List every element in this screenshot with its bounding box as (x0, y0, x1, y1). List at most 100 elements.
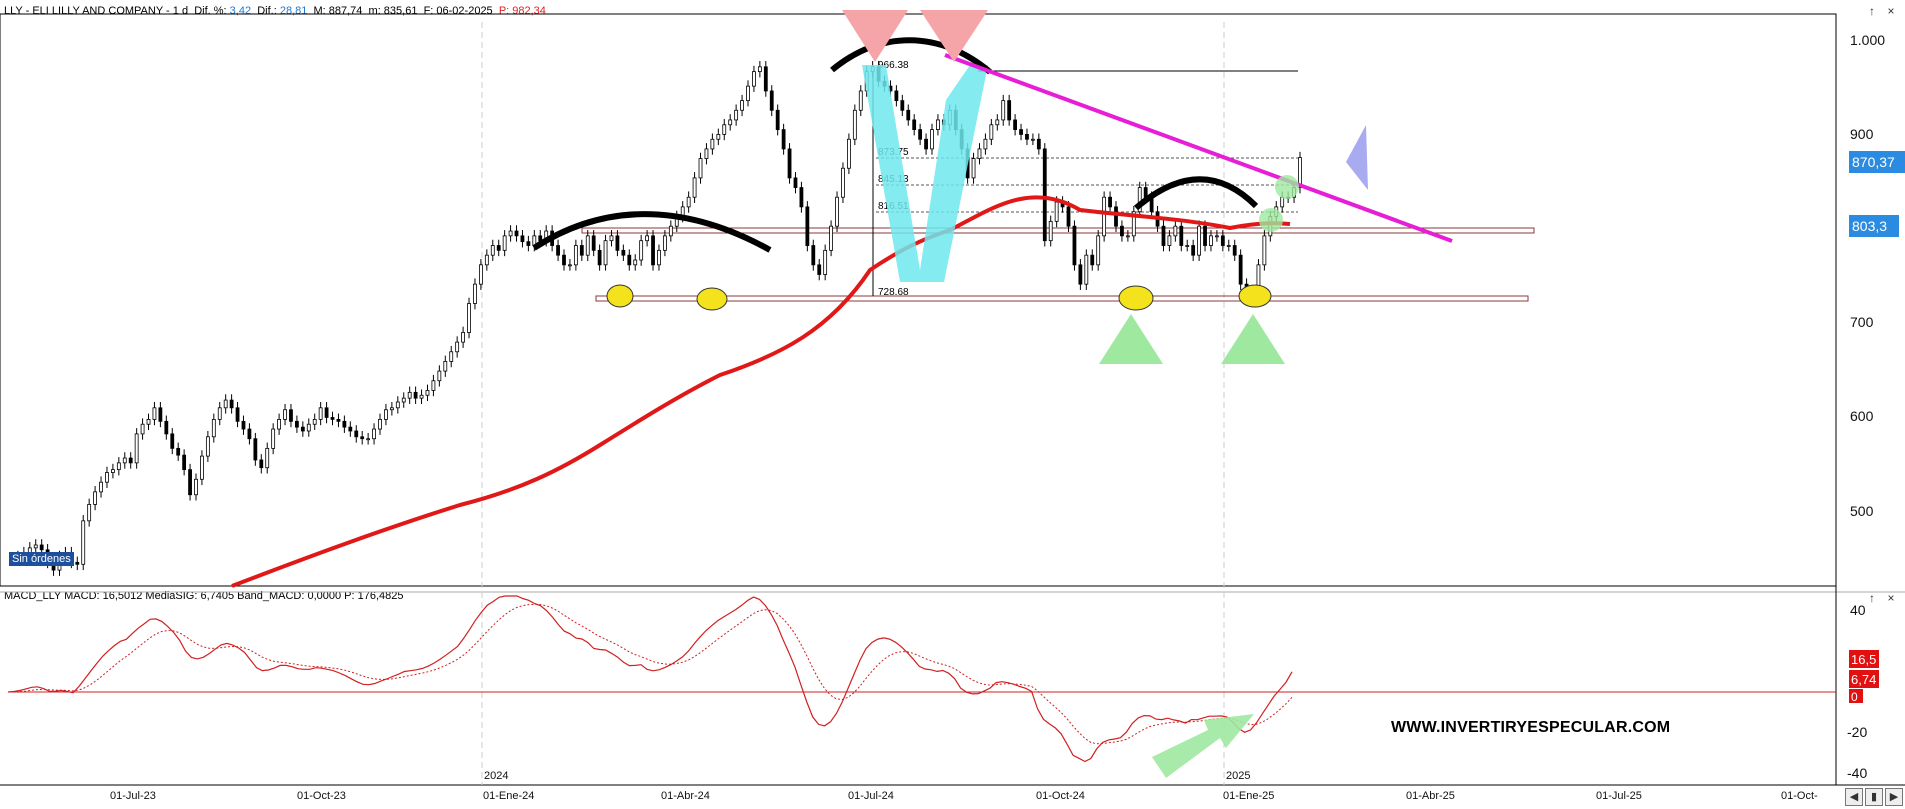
candle-body (704, 148, 709, 159)
support-ellipse-4 (1238, 284, 1272, 308)
candle-body (763, 66, 768, 92)
candle-body (615, 235, 620, 251)
candle-body (490, 245, 495, 256)
price-axis: 1.000 900 800 700 600 500 (1850, 32, 1885, 519)
candle-body (710, 138, 715, 150)
candle-body (1226, 245, 1231, 247)
red-triangle-2 (920, 10, 988, 62)
candle-body (431, 380, 436, 391)
macd-tick: 40 (1850, 602, 1866, 618)
head-arc (830, 37, 992, 75)
candle-body (1001, 100, 1006, 121)
candle-body (176, 447, 181, 456)
candle-body (906, 109, 911, 121)
macd-bullish-arrow (1152, 714, 1254, 778)
candle-body (247, 428, 252, 440)
candle-body (111, 469, 115, 473)
scroll-toggle-button[interactable]: ▮ (1865, 788, 1883, 806)
candle-body (443, 361, 448, 372)
candle-body (752, 71, 756, 87)
date-tick: 01-Abr-25 (1406, 790, 1455, 802)
candle-body (716, 134, 721, 140)
candle-body (1054, 201, 1059, 222)
candle-body (479, 264, 483, 285)
candle-body (526, 241, 531, 246)
candle-body (389, 407, 394, 411)
candle-body (829, 225, 833, 251)
candle-body (336, 418, 341, 422)
breakout-marker-2 (1275, 175, 1299, 199)
support-band-lower (595, 295, 1529, 302)
candle-body (757, 66, 762, 73)
current-price-tag: 870,37 (1852, 154, 1895, 170)
year-marker: 2025 (1226, 770, 1250, 782)
candle-body (591, 235, 596, 251)
scroll-right-button[interactable]: ▶ (1885, 788, 1903, 806)
candle-body (378, 418, 382, 430)
no-orders-badge[interactable]: Sin órdenes (9, 552, 74, 566)
candle-body (900, 100, 905, 111)
candle-body (1042, 148, 1047, 242)
macd-tick: -20 (1847, 724, 1867, 740)
candle-body (384, 409, 388, 420)
candle-body (1090, 254, 1095, 266)
price-tick: 600 (1850, 408, 1874, 424)
candle-body (573, 245, 578, 266)
candle-body (128, 457, 133, 464)
candle-body (425, 390, 430, 396)
candle-body (401, 397, 406, 403)
candle-body (977, 148, 982, 159)
candle-body (1215, 235, 1219, 238)
candle-body (1262, 235, 1267, 266)
year-marker: 2024 (484, 770, 508, 782)
candle-body (116, 462, 121, 471)
candle-body (1078, 264, 1083, 285)
support-ellipse-1 (606, 284, 634, 308)
candle-body (194, 478, 198, 496)
candle-body (235, 407, 240, 422)
candle-body (597, 249, 602, 266)
candle-body (609, 235, 614, 242)
band-value-tag: 0 (1851, 690, 1858, 704)
candle-body (81, 520, 86, 565)
candle-body (740, 100, 744, 111)
downtrend-line (944, 53, 1453, 243)
candle-body (87, 504, 92, 522)
candle-body (651, 235, 655, 266)
candle-body (75, 561, 80, 565)
candle-body (924, 138, 928, 150)
candle-body (1125, 235, 1130, 238)
candle-body (484, 254, 489, 266)
candle-body (360, 436, 365, 440)
candle-body (781, 129, 786, 150)
candle-body (170, 433, 175, 449)
candle-body (211, 418, 216, 438)
support-ellipse-2 (696, 287, 728, 311)
candle-body (461, 332, 465, 343)
candle-body (1238, 254, 1243, 285)
candle-body (372, 428, 376, 440)
candle-body (1025, 134, 1029, 140)
candle-body (1072, 225, 1077, 266)
candle-body (989, 124, 994, 140)
candle-body (568, 264, 572, 267)
date-axis: 01-Jul-23 01-Oct-23 01-Ene-24 01-Abr-24 … (110, 770, 1818, 802)
candle-body (419, 394, 424, 399)
candle-body (645, 235, 649, 242)
macd-line (7, 595, 1293, 763)
candle-body (1114, 206, 1118, 227)
candle-body (164, 420, 169, 435)
scroll-left-button[interactable]: ◀ (1845, 788, 1863, 806)
sma-line (231, 195, 1291, 588)
candle-body (698, 158, 703, 179)
candle-body (205, 436, 210, 457)
candle-body (668, 225, 673, 237)
candle-body (841, 167, 845, 198)
candle-body (330, 417, 335, 420)
candle-body (627, 254, 632, 266)
candle-body (633, 259, 638, 266)
watermark: WWW.INVERTIRYESPECULAR.COM (1391, 719, 1671, 736)
date-tick: 01-Jul-25 (1596, 790, 1642, 802)
green-triangle-2 (1221, 314, 1285, 364)
candle-body (936, 119, 940, 131)
